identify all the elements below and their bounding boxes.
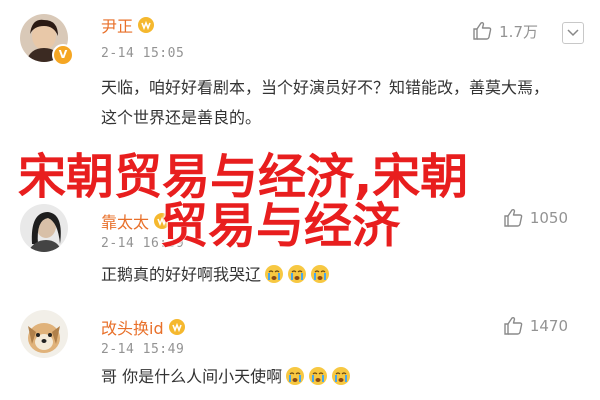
vip-badge-icon — [138, 17, 155, 33]
comment-text: 哥 你是什么人间小天使啊 — [101, 362, 561, 392]
comment-text: 正鹅真的好好啊我哭辽 — [101, 260, 561, 290]
avatar[interactable] — [20, 204, 68, 252]
thumbs-up-icon — [504, 316, 523, 335]
thumbs-up-icon — [504, 208, 523, 227]
crying-emoji-icon — [265, 265, 284, 283]
comment-time: 2-14 15:05 — [101, 46, 185, 61]
chevron-down-icon — [567, 29, 579, 37]
comment-item: V 尹正 2-14 15:05 1.7万 天临，咱好好看剧本，当个好演员好不？知… — [0, 0, 600, 148]
crying-emoji-icon — [288, 265, 307, 283]
comment-time: 2-14 15:49 — [101, 342, 185, 357]
like-count: 1050 — [529, 209, 568, 227]
avatar[interactable] — [20, 310, 68, 358]
comment-feed: V 尹正 2-14 15:05 1.7万 天临，咱好好看剧本，当个好演员好不？知… — [0, 0, 600, 400]
comment-text: 天临，咱好好看剧本，当个好演员好不？知错能改，善莫大焉，这个世界还是善良的。 — [101, 78, 550, 127]
verified-badge-icon: V — [52, 44, 74, 66]
comment-item: 改头换id 2-14 15:49 1470 哥 你是什么人间小天使啊 — [0, 302, 600, 400]
thumbs-up-icon — [473, 21, 492, 40]
crying-emoji-icon — [286, 367, 305, 385]
crying-emoji-icon — [311, 265, 330, 283]
like-count: 1.7万 — [499, 22, 538, 41]
comment-username[interactable]: 改头换id — [101, 315, 186, 339]
crying-emoji-icon — [332, 367, 351, 385]
like-count: 1470 — [529, 317, 568, 335]
comment-menu-button[interactable] — [562, 22, 584, 44]
crying-emoji-icon — [309, 367, 328, 385]
like-button[interactable]: 1470 — [502, 315, 568, 337]
like-button[interactable]: 1050 — [502, 207, 568, 229]
vip-badge-icon — [168, 319, 185, 335]
comment-username[interactable]: 尹正 — [101, 13, 155, 37]
overlay-title-line2: 贸易与经济 — [160, 198, 401, 254]
like-button[interactable]: 1.7万 — [471, 20, 538, 42]
